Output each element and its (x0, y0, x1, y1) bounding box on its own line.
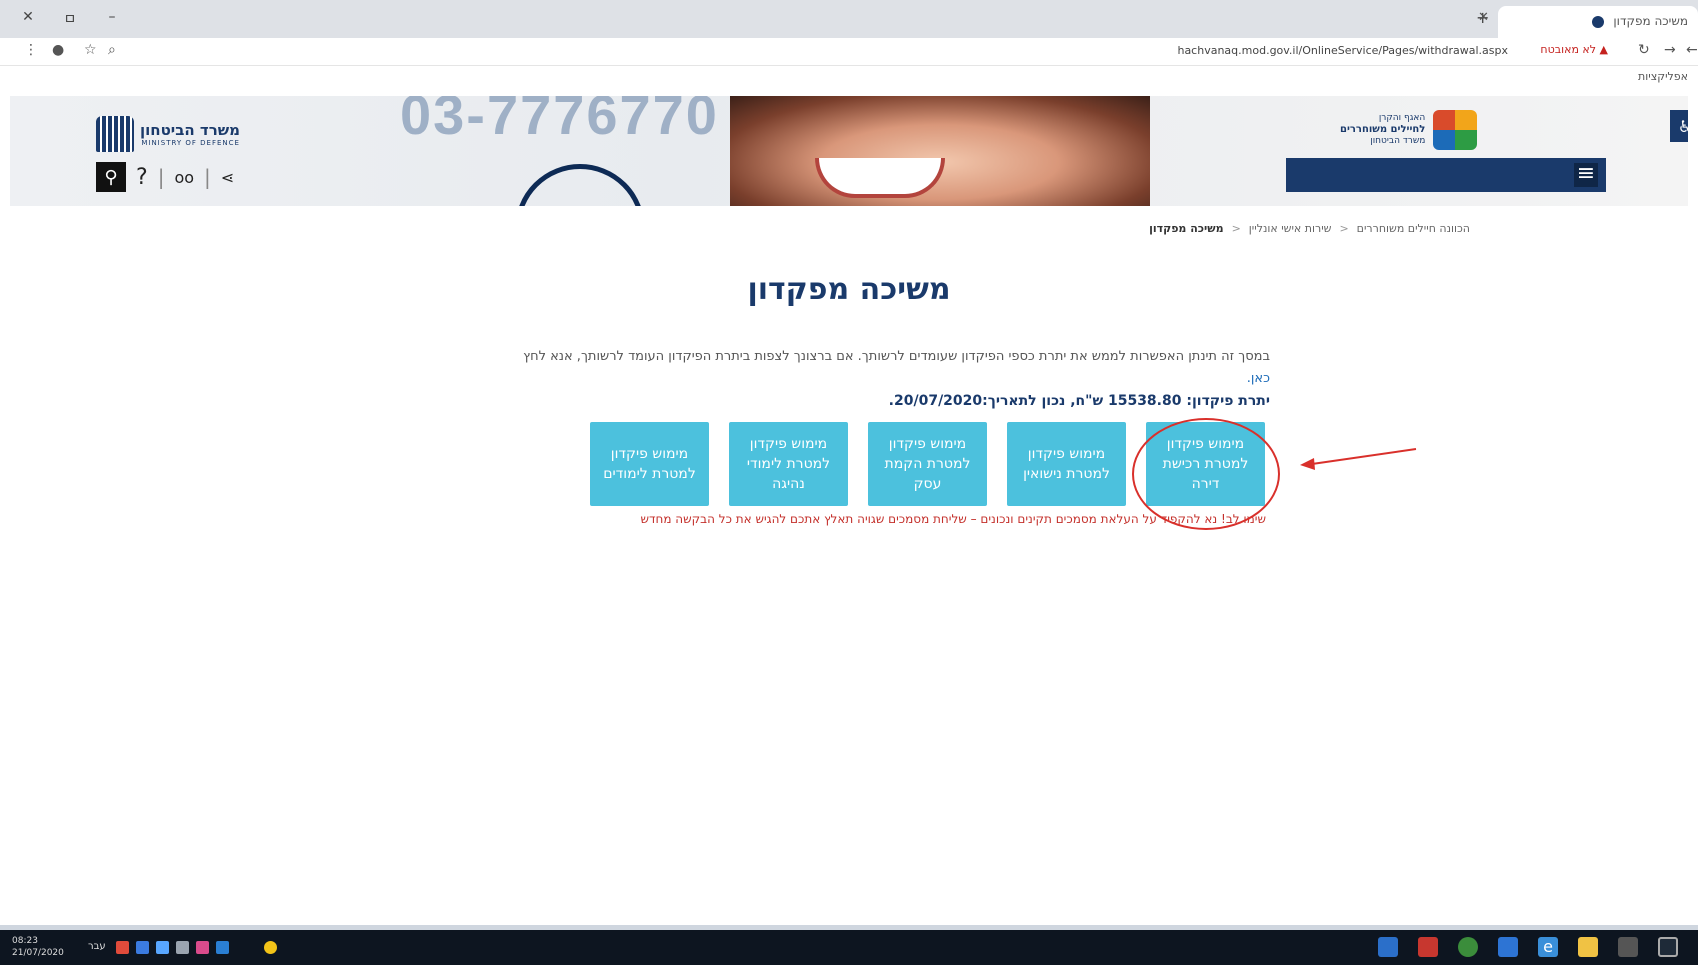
intro-section: במסך זה תינתן האפשרות לממש את יתרת כספי … (498, 346, 1270, 412)
bookmark-apps[interactable]: אפליקציות (1638, 70, 1688, 83)
page-title: משיכה מפקדון (747, 272, 951, 307)
share-icon[interactable]: ⋖ (221, 168, 234, 187)
breadcrumb-item-online-service[interactable]: שירות אישי אונליין (1249, 222, 1332, 235)
breadcrumb-separator: < (1231, 222, 1241, 235)
search-icon[interactable]: ⌕ (108, 42, 116, 58)
reload-icon[interactable]: ↻ (1638, 42, 1650, 58)
banner-smile (815, 158, 945, 198)
start-button[interactable] (1658, 937, 1678, 957)
divider: | (204, 165, 211, 189)
tab-close-icon[interactable]: ✕ (1478, 10, 1489, 25)
menu-dots-icon[interactable]: ⋮ (24, 42, 38, 58)
ministry-emblem-icon (96, 116, 134, 152)
header-tools: ⚲ ? | oo | ⋖ (96, 162, 234, 192)
clock-time: 08:23 (12, 936, 38, 946)
breadcrumb-separator: < (1339, 222, 1349, 235)
tray-app-icon[interactable] (216, 941, 229, 954)
taskbar-chrome-icon[interactable] (1458, 937, 1478, 957)
department-logo-line1: האגף והקרן (1378, 113, 1426, 123)
intro-text: במסך זה תינתן האפשרות לממש את יתרת כספי … (523, 349, 1270, 364)
tray-battery-icon[interactable] (156, 941, 169, 954)
ministry-name-hebrew: משרד הביטחון (140, 121, 240, 139)
navigation-bar: ≡ (1286, 158, 1606, 192)
banner-phone-icon (515, 164, 645, 206)
withdraw-driving-lessons-button[interactable]: מימוש פיקדון למטרת לימודי נהיגה (729, 422, 848, 506)
tray-network-icon[interactable] (116, 941, 129, 954)
taskbar-app-icon[interactable] (1498, 937, 1518, 957)
annotation-arrow-icon (1300, 448, 1417, 470)
warning-icon: ▲ (1599, 43, 1608, 56)
tab-title: משיכה מפקדון (1613, 14, 1688, 28)
breadcrumb: הכוונה חיילים משוחררים < שירות אישי אונל… (1149, 222, 1470, 235)
windows-taskbar: 08:23 21/07/2020 עבר e (0, 930, 1698, 965)
warning-text: שימו לב! נא להקפיד על העלאת מסמכים תקיני… (640, 512, 1266, 526)
department-logo[interactable]: האגף והקרן לחיילים משוחררים משרד הביטחון (1340, 110, 1478, 150)
tray-volume-icon[interactable] (136, 941, 149, 954)
withdraw-business-button[interactable]: מימוש פיקדון למטרת הקמת עסק (868, 422, 987, 506)
url-text[interactable]: hachvanaq.mod.gov.il/OnlineService/Pages… (1177, 44, 1508, 57)
window-maximize-button[interactable]: ㅁ (60, 9, 80, 29)
search-icon[interactable]: ⚲ (96, 162, 126, 192)
divider: | (157, 165, 165, 189)
window-close-button[interactable]: ✕ (18, 9, 38, 25)
clock-date: 21/07/2020 (12, 948, 64, 958)
security-warning[interactable]: ▲ לא מאובטח (1540, 43, 1608, 56)
breadcrumb-item-home[interactable]: הכוונה חיילים משוחררים (1357, 222, 1470, 235)
tab-favicon-icon (1591, 15, 1604, 28)
taskbar-taskview-icon[interactable] (1618, 937, 1638, 957)
department-logo-line2: לחיילים משוחררים (1340, 124, 1426, 135)
taskbar-edge-icon[interactable]: e (1538, 937, 1558, 957)
withdraw-studies-button[interactable]: מימוש פיקדון למטרת לימודים (590, 422, 709, 506)
window-minimize-button[interactable]: – (102, 9, 122, 25)
accessibility-icon[interactable]: ♿ (1670, 110, 1688, 142)
browser-titlebar: ✕ ㅁ – + ✕ משיכה מפקדון (0, 0, 1698, 38)
department-logo-line3: משרד הביטחון (1370, 136, 1426, 146)
withdraw-marriage-button[interactable]: מימוש פיקדון למטרת נישואין (1007, 422, 1126, 506)
address-bar: ⋮ ● ☆ ⌕ hachvanaq.mod.gov.il/OnlineServi… (0, 38, 1698, 66)
taskbar-explorer-icon[interactable] (1578, 937, 1598, 957)
bookmarks-bar: אפליקציות (0, 66, 1698, 90)
language-indicator[interactable]: עבר (88, 941, 106, 952)
glasses-icon[interactable]: oo (174, 168, 194, 187)
taskbar-clock[interactable]: 08:23 21/07/2020 (12, 935, 64, 959)
breadcrumb-item-current: משיכה מפקדון (1149, 222, 1224, 235)
star-icon[interactable]: ☆ (84, 42, 97, 58)
banner-photo (730, 96, 1150, 206)
taskbar-powerpoint-icon[interactable] (1418, 937, 1438, 957)
tray-app-icon[interactable] (176, 941, 189, 954)
department-emblem-icon (1433, 110, 1478, 150)
banner-phone-number: 03-7776770 (400, 96, 719, 146)
balance-text: יתרת פיקדון: 15538.80 ש"ח, נכון לתאריך:2… (888, 393, 1270, 409)
menu-icon[interactable]: ≡ (1574, 163, 1598, 187)
site-header: 03-7776770 משרד הביטחון MINISTRY OF DEFE… (10, 96, 1688, 206)
help-icon[interactable]: ? (136, 165, 148, 190)
tray-notification-icon[interactable] (264, 941, 277, 954)
ministry-logo[interactable]: משרד הביטחון MINISTRY OF DEFENCE (96, 116, 240, 152)
annotation-circle (1132, 418, 1280, 530)
taskbar-outlook-icon[interactable] (1378, 937, 1398, 957)
back-arrow-icon[interactable]: → (1664, 42, 1676, 58)
balance-link[interactable]: כאן. (1247, 371, 1270, 386)
profile-icon[interactable]: ● (52, 42, 64, 58)
browser-tab[interactable]: משיכה מפקדון (1498, 6, 1698, 38)
security-warning-label: לא מאובטח (1540, 43, 1597, 56)
forward-arrow-icon[interactable]: ← (1686, 42, 1698, 58)
ministry-name-english: MINISTRY OF DEFENCE (141, 139, 240, 147)
tray-app-icon[interactable] (196, 941, 209, 954)
